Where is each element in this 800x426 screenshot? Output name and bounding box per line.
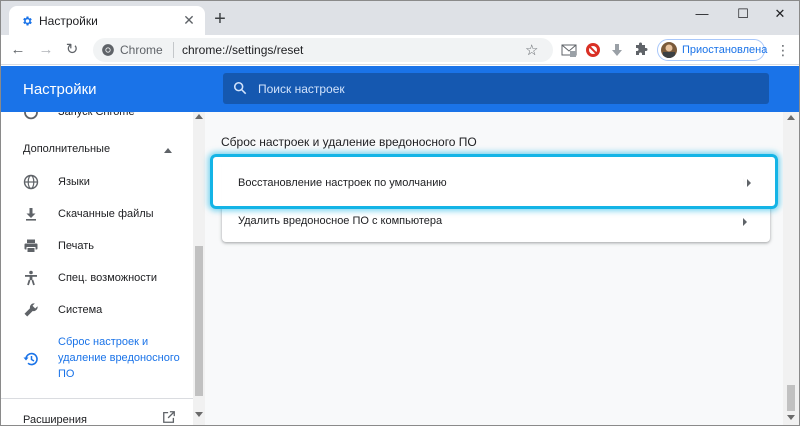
scrollbar-thumb[interactable] xyxy=(195,246,203,396)
accessibility-icon xyxy=(25,270,37,286)
tab-title: Настройки xyxy=(39,14,98,28)
sidebar-item-accessibility[interactable]: Спец. возможности xyxy=(1,270,193,288)
sidebar: Запуск Chrome Дополнительные Языки Скача… xyxy=(1,112,193,425)
omnibox-divider xyxy=(173,42,174,58)
search-placeholder: Поиск настроек xyxy=(258,82,345,96)
wrench-icon xyxy=(24,303,38,317)
download-icon xyxy=(26,208,36,221)
scroll-down-icon[interactable] xyxy=(787,415,795,420)
minimize-icon[interactable]: — xyxy=(691,5,713,23)
url-text[interactable]: chrome://settings/reset xyxy=(182,43,303,57)
settings-header: Настройки Поиск настроек xyxy=(1,66,799,112)
window-close-icon[interactable]: ✕ xyxy=(769,5,791,23)
sidebar-item-languages[interactable]: Языки xyxy=(1,174,193,192)
search-icon xyxy=(233,81,247,95)
profile-button[interactable]: Приостановлена xyxy=(657,39,768,61)
globe-icon xyxy=(23,174,39,190)
printer-icon xyxy=(24,239,38,253)
external-link-icon[interactable] xyxy=(162,410,176,424)
maximize-icon[interactable]: ☐ xyxy=(732,5,754,23)
highlighted-restore-defaults[interactable]: Восстановление настроек по умолчанию xyxy=(210,154,778,209)
chevron-up-icon[interactable] xyxy=(164,148,172,153)
sidebar-item-label: Запуск Chrome xyxy=(58,112,135,118)
gmail-extension-icon[interactable] xyxy=(561,42,577,58)
chevron-right-icon xyxy=(747,179,751,187)
sidebar-item-label: Языки xyxy=(58,176,90,188)
close-icon[interactable]: ✕ xyxy=(181,12,197,28)
back-button[interactable]: ← xyxy=(9,41,27,59)
new-tab-button[interactable]: + xyxy=(211,9,229,29)
forward-button[interactable]: → xyxy=(37,41,55,59)
sidebar-divider xyxy=(1,398,193,399)
section-title: Сброс настроек и удаление вредоносного П… xyxy=(221,135,477,149)
page-title: Настройки xyxy=(23,81,97,98)
profile-status: Приостановлена xyxy=(682,44,768,56)
menu-icon[interactable]: ⋮ xyxy=(776,41,790,59)
main-scrollbar[interactable] xyxy=(783,112,799,425)
power-icon xyxy=(24,112,38,120)
history-reset-icon xyxy=(23,352,38,366)
row-label: Удалить вредоносное ПО с компьютера xyxy=(238,215,443,227)
browser-toolbar: ← → ↻ Chrome chrome://settings/reset ☆ П… xyxy=(1,35,799,65)
tab-strip: Настройки ✕ + — ☐ ✕ xyxy=(1,1,799,35)
sidebar-item-label: Сброс настроек и удаление вредоносного П… xyxy=(58,336,180,380)
star-icon[interactable]: ☆ xyxy=(525,41,538,59)
sidebar-item-label: Печать xyxy=(58,240,95,252)
reload-button[interactable]: ↻ xyxy=(63,41,81,59)
puzzle-icon[interactable] xyxy=(633,42,649,58)
main-content: Сброс настроек и удаление вредоносного П… xyxy=(205,112,783,425)
sidebar-item-system[interactable]: Система xyxy=(1,302,193,320)
site-label: Chrome xyxy=(120,43,163,57)
browser-window: Настройки ✕ + — ☐ ✕ ← → ↻ Chrome chrome:… xyxy=(0,0,800,426)
sidebar-item-label: Система xyxy=(58,304,103,316)
row-label: Восстановление настроек по умолчанию xyxy=(238,177,447,189)
sidebar-item-reset[interactable]: Сброс настроек и удаление вредоносного П… xyxy=(1,334,193,384)
scroll-up-icon[interactable] xyxy=(787,115,795,120)
sidebar-item-label: Скачанные файлы xyxy=(58,208,154,220)
sidebar-item-startup[interactable]: Запуск Chrome xyxy=(1,112,193,120)
sidebar-item-printing[interactable]: Печать xyxy=(1,238,193,256)
tab-settings[interactable]: Настройки ✕ xyxy=(9,6,205,35)
scroll-down-icon[interactable] xyxy=(195,412,203,417)
gear-icon xyxy=(23,16,32,26)
search-input[interactable]: Поиск настроек xyxy=(223,73,769,104)
chrome-icon xyxy=(102,44,114,56)
address-bar[interactable]: Chrome chrome://settings/reset ☆ xyxy=(93,38,553,62)
sidebar-scrollbar[interactable] xyxy=(193,112,205,425)
avatar xyxy=(661,42,677,58)
download-extension-icon[interactable] xyxy=(609,42,625,58)
block-extension-icon[interactable] xyxy=(585,42,601,58)
scroll-up-icon[interactable] xyxy=(195,114,203,119)
chevron-right-icon xyxy=(743,218,747,226)
sidebar-section-advanced[interactable]: Дополнительные xyxy=(23,143,110,155)
sidebar-item-downloads[interactable]: Скачанные файлы xyxy=(1,206,193,224)
sidebar-item-extensions[interactable]: Расширения xyxy=(23,414,87,425)
sidebar-item-label: Спец. возможности xyxy=(58,272,157,284)
scrollbar-thumb[interactable] xyxy=(787,385,795,411)
